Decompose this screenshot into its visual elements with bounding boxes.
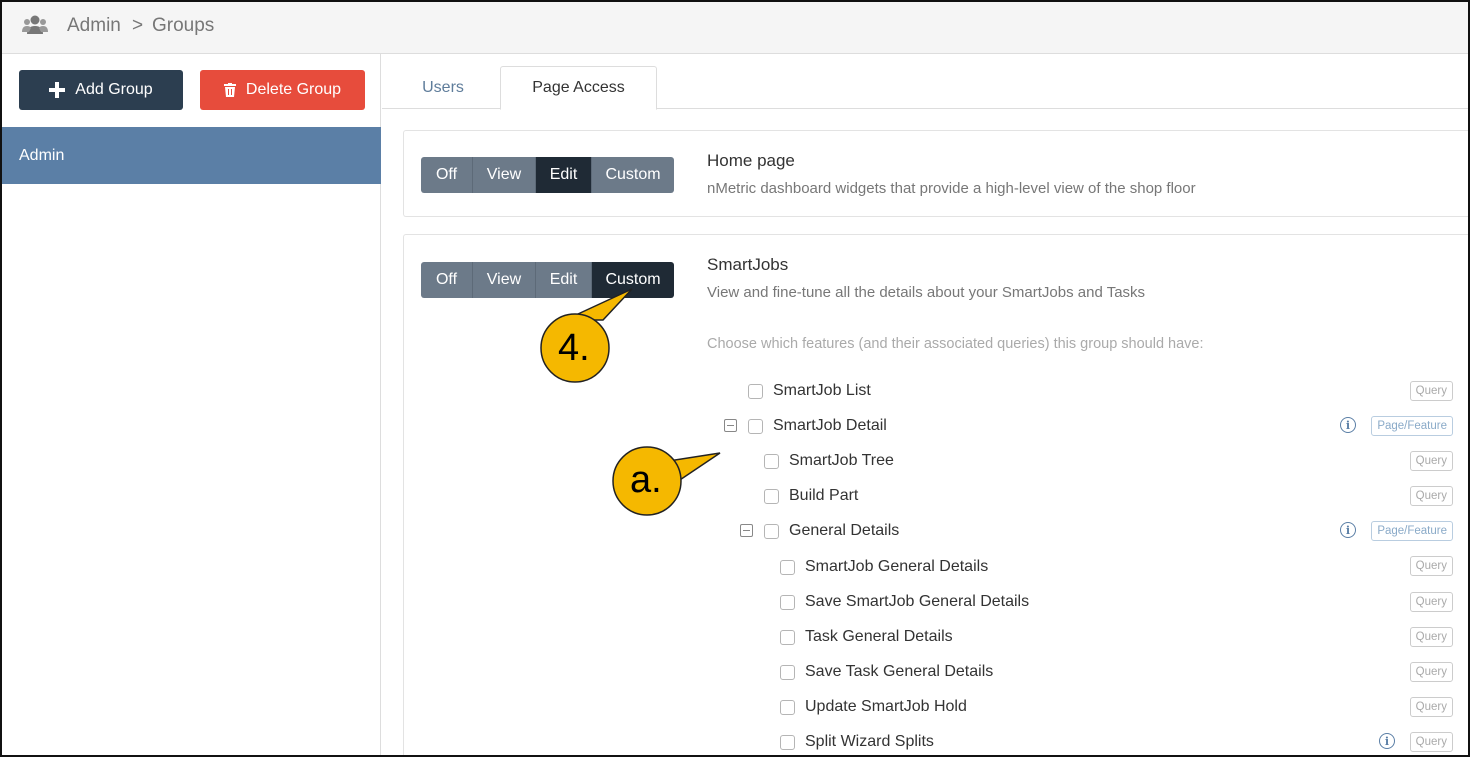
- feature-item[interactable]: Split Wizard Splits: [780, 731, 934, 753]
- feature-checkbox[interactable]: [780, 734, 795, 750]
- callout-substep-label: a.: [630, 459, 662, 501]
- feature-label: General Details: [789, 522, 900, 539]
- query-badge: Query: [1409, 381, 1453, 401]
- users-group-icon: [22, 15, 48, 34]
- page-feature-badge: Page/Feature: [1371, 416, 1453, 436]
- feature-item[interactable]: SmartJob Tree: [764, 450, 894, 472]
- page-panel-smartjobs: Off View Edit Custom SmartJobs View and …: [403, 234, 1468, 755]
- feature-label: Save SmartJob General Details: [805, 593, 1030, 610]
- info-icon[interactable]: i: [1340, 522, 1356, 538]
- tab-page-access[interactable]: Page Access: [500, 66, 657, 110]
- feature-item[interactable]: Save SmartJob General Details: [780, 591, 1029, 613]
- tab-bar: Users Page Access: [382, 54, 1468, 110]
- collapse-toggle-icon[interactable]: [724, 419, 737, 432]
- query-badge: Query: [1409, 486, 1453, 506]
- tab-users[interactable]: Users: [402, 66, 484, 110]
- page-panel-home: Off View Edit Custom Home page nMetric d…: [403, 130, 1468, 217]
- feature-label: SmartJob Detail: [773, 417, 887, 434]
- collapse-toggle-icon[interactable]: [740, 524, 753, 537]
- feature-label: SmartJob Tree: [789, 452, 894, 469]
- app-window: Admin > Groups Add Group Delete Group Ad…: [0, 0, 1470, 757]
- add-group-button[interactable]: Add Group: [19, 70, 183, 110]
- page-description: nMetric dashboard widgets that provide a…: [707, 180, 1196, 197]
- feature-checkbox[interactable]: [748, 383, 763, 399]
- feature-item[interactable]: SmartJob General Details: [780, 556, 988, 578]
- feature-label: Split Wizard Splits: [805, 733, 934, 750]
- access-edit-button[interactable]: Edit: [536, 262, 592, 298]
- feature-label: Build Part: [789, 487, 859, 504]
- feature-checkbox[interactable]: [780, 629, 795, 645]
- breadcrumb-separator: >: [132, 15, 144, 36]
- access-off-button[interactable]: Off: [421, 157, 473, 193]
- feature-item[interactable]: SmartJob List: [748, 380, 871, 402]
- query-badge: Query: [1409, 592, 1453, 612]
- access-level-selector-smartjobs: Off View Edit Custom: [421, 262, 674, 298]
- access-view-button[interactable]: View: [473, 262, 536, 298]
- query-badge: Query: [1409, 451, 1453, 471]
- feature-checkbox[interactable]: [780, 559, 795, 575]
- query-badge: Query: [1409, 627, 1453, 647]
- query-badge: Query: [1409, 556, 1453, 576]
- callout-step-label: 4.: [558, 327, 590, 369]
- feature-checkbox[interactable]: [764, 453, 779, 469]
- feature-checkbox[interactable]: [764, 523, 779, 539]
- breadcrumb-root[interactable]: Admin: [67, 15, 121, 37]
- feature-item[interactable]: SmartJob Detail: [748, 415, 887, 437]
- feature-item[interactable]: General Details: [764, 520, 899, 542]
- delete-group-button[interactable]: Delete Group: [200, 70, 365, 110]
- feature-item[interactable]: Task General Details: [780, 626, 953, 648]
- groups-sidebar: Add Group Delete Group Admin: [2, 54, 381, 755]
- access-custom-button[interactable]: Custom: [592, 157, 674, 193]
- info-icon[interactable]: i: [1379, 733, 1395, 749]
- feature-label: SmartJob General Details: [805, 558, 989, 575]
- group-item-admin[interactable]: Admin: [2, 127, 381, 184]
- feature-item[interactable]: Build Part: [764, 485, 858, 507]
- page-description: View and fine-tune all the details about…: [707, 284, 1146, 301]
- plus-icon: [49, 82, 66, 98]
- feature-label: Update SmartJob Hold: [805, 698, 967, 715]
- feature-label: Save Task General Details: [805, 663, 994, 680]
- features-instruction: Choose which features (and their associa…: [707, 336, 1204, 352]
- feature-checkbox[interactable]: [780, 594, 795, 610]
- info-icon[interactable]: i: [1340, 417, 1356, 433]
- access-level-selector-home: Off View Edit Custom: [421, 157, 674, 193]
- feature-checkbox[interactable]: [764, 488, 779, 504]
- feature-checkbox[interactable]: [780, 699, 795, 715]
- trash-icon: [223, 83, 236, 97]
- page-feature-badge: Page/Feature: [1371, 521, 1453, 541]
- add-group-label: Add Group: [75, 81, 153, 98]
- feature-item[interactable]: Update SmartJob Hold: [780, 696, 967, 718]
- query-badge: Query: [1409, 662, 1453, 682]
- page-title: Home page: [707, 151, 795, 170]
- delete-group-label: Delete Group: [245, 81, 342, 98]
- feature-label: SmartJob List: [773, 382, 871, 399]
- feature-label: Task General Details: [805, 628, 953, 645]
- page-title: SmartJobs: [707, 255, 789, 274]
- access-view-button[interactable]: View: [473, 157, 536, 193]
- breadcrumb-current: Groups: [152, 15, 215, 36]
- feature-checkbox[interactable]: [780, 664, 795, 680]
- feature-item[interactable]: Save Task General Details: [780, 661, 993, 683]
- header-bar: Admin > Groups: [2, 2, 1468, 54]
- query-badge: Query: [1409, 732, 1453, 752]
- feature-checkbox[interactable]: [748, 418, 763, 434]
- access-edit-button[interactable]: Edit: [536, 157, 592, 193]
- query-badge: Query: [1409, 697, 1453, 717]
- access-off-button[interactable]: Off: [421, 262, 473, 298]
- access-custom-button[interactable]: Custom: [592, 262, 674, 298]
